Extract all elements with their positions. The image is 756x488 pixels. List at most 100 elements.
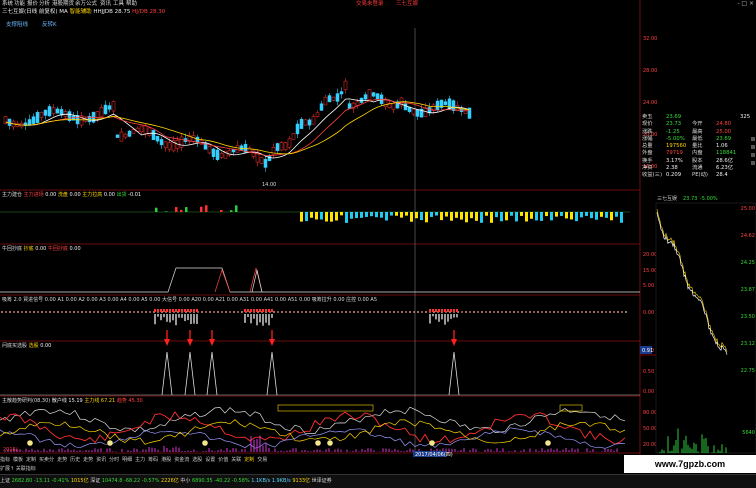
candle-body — [267, 155, 272, 162]
quote-cell: 今开 — [692, 121, 703, 128]
quote-cell: 118841 — [716, 150, 737, 157]
bottom-tab-3[interactable]: 买卖分 — [39, 457, 54, 463]
panel3-dot — [561, 311, 563, 313]
panel3-spike-cap — [438, 309, 440, 312]
bottom-tab-12[interactable]: 港股 — [161, 457, 171, 463]
panel3-spike-cap — [184, 309, 186, 312]
bottom-tab-6[interactable]: 走势 — [83, 457, 93, 463]
mini-chart-change: -5.00% — [700, 196, 718, 202]
bottom-tab-11[interactable]: 筹码 — [148, 457, 158, 463]
candle-body — [339, 91, 344, 95]
bottom-tab-14[interactable]: 选股 — [192, 457, 202, 463]
panel4-item-2: 0.00 — [40, 343, 52, 349]
candle-body — [43, 109, 48, 116]
candle-body — [291, 133, 296, 140]
candle-body — [143, 125, 148, 135]
mini-chart-frame — [655, 202, 756, 454]
chart-canvas[interactable]: 32.0028.0024.0020.0016.0014.0020.0015.00… — [0, 0, 756, 487]
panel3-spike-cap — [265, 309, 267, 312]
panel1-bar — [370, 212, 373, 217]
panel3-dot — [493, 311, 495, 313]
panel3-dot — [573, 311, 575, 313]
panel5-tick: 50.00 — [643, 426, 657, 432]
panel3-dot — [585, 311, 587, 313]
signal-arrow-head — [164, 339, 170, 346]
panel5-marker — [202, 440, 208, 446]
bottom-tab-9[interactable]: 明细 — [122, 457, 132, 463]
panel2-white-line — [0, 267, 640, 293]
candle-body — [403, 103, 408, 111]
bottom-tab-17[interactable]: 关联 — [231, 457, 241, 463]
quote-row: 现价 23.73 今开 24.80 — [642, 121, 756, 128]
panel3-dot — [501, 311, 503, 313]
panel3-dot — [553, 311, 555, 313]
index-item-10: 中小 — [180, 478, 192, 484]
mini-chart-tick: 23.50 — [741, 314, 755, 320]
panel3-dot — [229, 311, 231, 313]
panel1-bar — [355, 212, 358, 219]
candle-body — [315, 112, 320, 117]
mini-chart-tick: 23.87 — [741, 287, 755, 293]
panel3-spike-cap — [166, 309, 168, 312]
panel3-dot — [89, 311, 91, 313]
bottom-tab-7[interactable]: 资讯 — [96, 457, 106, 463]
panel1-bar — [445, 212, 448, 217]
panel1-item-0: 主力进场 — [23, 192, 46, 198]
panel3-spike-cap — [429, 309, 431, 312]
quote-cell: 股本 — [692, 157, 703, 164]
bottom-tab-15[interactable]: 设置 — [205, 457, 215, 463]
bottom-tab-1[interactable]: 模板 — [13, 457, 23, 463]
panel1-bar — [520, 212, 523, 216]
candle-body — [367, 89, 372, 100]
panel1-item-7: -0.01 — [128, 192, 142, 198]
panel3-spike-cap — [432, 309, 434, 312]
panel3-dot — [285, 311, 287, 313]
panel2-tick: 5.00 — [643, 283, 654, 289]
panel1-bar — [610, 212, 613, 221]
candle-body — [111, 101, 116, 112]
bottom-tab-5[interactable]: 历史 — [70, 457, 80, 463]
bottom-tab-0[interactable]: 指标 — [0, 457, 10, 463]
bottom-tab-10[interactable]: 主力 — [135, 457, 145, 463]
panel4-tick: 0.50 — [643, 369, 654, 375]
panel3-dot — [577, 311, 579, 313]
index-item-16: 9133亿 — [292, 478, 312, 484]
panel3-dot — [117, 311, 119, 313]
bottom-tab-16[interactable]: 价值 — [218, 457, 228, 463]
panel3-dot — [369, 311, 371, 313]
panel3-dot — [105, 311, 107, 313]
panel1-bar — [350, 212, 353, 219]
panel3-dot — [53, 311, 55, 313]
bottom-tab-13[interactable]: 资金流 — [174, 457, 189, 463]
panel5-item-4: 67.21 — [100, 398, 117, 404]
bottom-tab-4[interactable]: 走势 — [57, 457, 67, 463]
candle-body — [99, 107, 104, 117]
bottom-tab-18[interactable]: 定制 — [244, 457, 254, 463]
panel3-dot — [397, 311, 399, 313]
panel1-bar — [230, 210, 233, 212]
panel1-bar — [450, 212, 453, 221]
panel3-dot — [305, 311, 307, 313]
candle-body — [331, 96, 336, 101]
bottom-tab-2[interactable]: 定制 — [26, 457, 36, 463]
mini-chart-title: 三七互娱 — [657, 195, 677, 202]
panel3-dot — [605, 311, 607, 313]
panel1-bar — [320, 212, 323, 220]
candle-body — [147, 127, 152, 136]
panel4-spike — [206, 351, 218, 396]
panel1-bar — [485, 212, 488, 216]
bottom-tab-19[interactable]: 交易 — [257, 457, 267, 463]
panel5-item-3: 主力线 — [84, 398, 101, 404]
quote-cell: 23.69 — [716, 135, 732, 142]
status-tab-1[interactable]: 关联指标 — [16, 466, 36, 472]
bottom-tab-8[interactable]: 分时 — [109, 457, 119, 463]
panel4-tick: 0.00 — [643, 389, 654, 395]
index-item-14: 1.1KB/s — [251, 478, 272, 484]
panel1-bar — [395, 212, 398, 216]
panel3-dot — [209, 311, 211, 313]
panel5-item-6: 45.30 — [128, 398, 143, 404]
status-tab-0[interactable]: 扩展↑ — [0, 466, 16, 472]
panel1-item-1: 0.00 — [45, 192, 58, 198]
panel3-dot — [73, 311, 75, 313]
panel1-bar — [510, 212, 513, 216]
